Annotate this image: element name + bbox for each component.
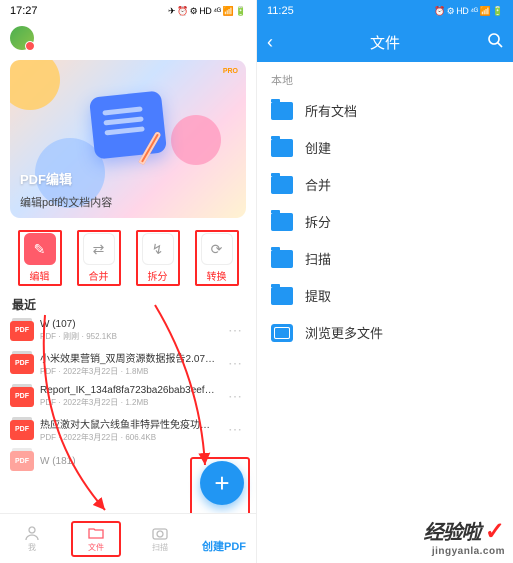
folder-label: 扫描: [305, 249, 331, 268]
section-label: 本地: [257, 62, 513, 92]
file-name: 热应激对大鼠六线鱼非特异性免疫功…: [40, 416, 218, 431]
nav-label: 文件: [88, 542, 104, 553]
header-title: 文件: [291, 32, 479, 53]
nav-files[interactable]: 文件: [71, 521, 121, 557]
pdf-icon: PDF: [10, 321, 34, 341]
search-icon[interactable]: [479, 32, 503, 53]
merge-icon: ⇄: [83, 233, 115, 265]
more-icon[interactable]: ⋯: [224, 355, 246, 372]
files-header: ‹ 文件: [257, 22, 513, 62]
action-edit[interactable]: ✎ 编辑: [18, 230, 62, 286]
action-row: ✎ 编辑 ⇄ 合并 ↯ 拆分 ⟳ 转换: [0, 224, 256, 288]
pro-badge: PRO: [223, 68, 238, 75]
file-row[interactable]: PDF Report_IK_134af8fa723ba26bab3eef… PD…: [4, 381, 252, 412]
pdf-icon: PDF: [10, 354, 34, 374]
hero-subtitle: 编辑pdf的文档内容: [20, 194, 112, 210]
left-phone-screen: 17:27 ✈ ⏰ ⚙ HD ⁴ᴳ 📶 🔋 PRO PDF编辑 编辑pdf的文档…: [0, 0, 257, 563]
watermark: 经验啦 ✓ jingyanla.com: [423, 516, 505, 557]
more-icon[interactable]: ⋯: [224, 322, 246, 339]
folder-create[interactable]: 创建: [257, 129, 513, 166]
folder-split[interactable]: 拆分: [257, 203, 513, 240]
pdf-icon: PDF: [10, 387, 34, 407]
file-name: 小米效果营销_双周资源数据报告2.07-…: [40, 350, 218, 365]
action-label: 转换: [207, 268, 227, 283]
action-label: 编辑: [30, 268, 50, 283]
browse-icon: [271, 324, 293, 342]
status-time: 17:27: [10, 5, 38, 17]
action-label: 拆分: [148, 268, 168, 283]
folder-label: 创建: [305, 138, 331, 157]
action-merge[interactable]: ⇄ 合并: [77, 230, 121, 286]
action-split[interactable]: ↯ 拆分: [136, 230, 180, 286]
folder-label: 浏览更多文件: [305, 323, 383, 342]
hero-title: PDF编辑: [20, 169, 72, 188]
nav-create-pdf[interactable]: 创建PDF: [199, 524, 249, 554]
browse-more-files[interactable]: 浏览更多文件: [257, 314, 513, 351]
folder-label: 合并: [305, 175, 331, 194]
create-fab[interactable]: +: [200, 461, 244, 505]
folder-label: 提取: [305, 286, 331, 305]
action-label: 合并: [89, 268, 109, 283]
file-row[interactable]: PDF W (107) PDF · 刚刚 · 952.1KB ⋯: [4, 315, 252, 346]
user-avatar[interactable]: [10, 26, 34, 50]
file-name: W (107): [40, 319, 218, 330]
file-meta: PDF · 刚刚 · 952.1KB: [40, 331, 218, 342]
more-icon[interactable]: ⋯: [224, 421, 246, 438]
user-icon: [24, 525, 40, 541]
folder-label: 所有文档: [305, 101, 357, 120]
folder-scan[interactable]: 扫描: [257, 240, 513, 277]
recent-title: 最近: [0, 288, 256, 315]
folder-icon: [271, 213, 293, 231]
check-icon: ✓: [485, 518, 505, 545]
recent-file-list: PDF W (107) PDF · 刚刚 · 952.1KB ⋯ PDF 小米效…: [0, 315, 256, 475]
nav-label: 我: [28, 542, 36, 553]
nav-label: 扫描: [152, 542, 168, 553]
more-icon[interactable]: ⋯: [224, 388, 246, 405]
folder-all-docs[interactable]: 所有文档: [257, 92, 513, 129]
folder-merge[interactable]: 合并: [257, 166, 513, 203]
watermark-text: 经验啦: [423, 522, 480, 544]
folder-extract[interactable]: 提取: [257, 277, 513, 314]
folder-icon: [271, 287, 293, 305]
action-convert[interactable]: ⟳ 转换: [195, 230, 239, 286]
nav-label: 创建PDF: [202, 538, 246, 554]
watermark-url: jingyanla.com: [423, 546, 505, 557]
status-bar-left: 17:27 ✈ ⏰ ⚙ HD ⁴ᴳ 📶 🔋: [0, 0, 256, 22]
status-time: 11:25: [267, 5, 294, 17]
file-meta: PDF · 2022年3月22日 · 1.8MB: [40, 366, 218, 377]
file-row[interactable]: PDF 热应激对大鼠六线鱼非特异性免疫功… PDF · 2022年3月22日 ·…: [4, 412, 252, 447]
folder-icon: [271, 176, 293, 194]
file-meta: PDF · 2022年3月22日 · 606.4KB: [40, 432, 218, 443]
split-icon: ↯: [142, 233, 174, 265]
convert-icon: ⟳: [201, 233, 233, 265]
camera-icon: [152, 525, 168, 541]
bottom-nav: 我 文件 扫描 创建PDF: [0, 513, 256, 563]
edit-icon: ✎: [24, 233, 56, 265]
nav-me[interactable]: 我: [7, 525, 57, 553]
file-meta: PDF · 2022年3月22日 · 1.2MB: [40, 397, 218, 408]
document-icon: [89, 90, 167, 159]
avatar-row: [0, 22, 256, 54]
pdf-icon: PDF: [10, 451, 34, 471]
right-phone-screen: 11:25 ⏰ ⚙ HD ⁴ᴳ 📶 🔋 ‹ 文件 本地 所有文档 创建 合: [257, 0, 513, 563]
status-icons: ⏰ ⚙ HD ⁴ᴳ 📶 🔋: [434, 6, 503, 17]
folder-icon: [88, 525, 104, 541]
nav-scan[interactable]: 扫描: [135, 525, 185, 553]
pdf-edit-hero-card[interactable]: PRO PDF编辑 编辑pdf的文档内容: [10, 60, 246, 218]
folder-icon: [271, 102, 293, 120]
file-name: Report_IK_134af8fa723ba26bab3eef…: [40, 385, 218, 396]
folder-label: 拆分: [305, 212, 331, 231]
plus-icon: +: [214, 468, 229, 499]
folder-icon: [271, 139, 293, 157]
status-bar-right: 11:25 ⏰ ⚙ HD ⁴ᴳ 📶 🔋: [257, 0, 513, 22]
file-row[interactable]: PDF 小米效果营销_双周资源数据报告2.07-… PDF · 2022年3月2…: [4, 346, 252, 381]
status-icons: ✈ ⏰ ⚙ HD ⁴ᴳ 📶 🔋: [168, 6, 246, 17]
folder-list: 所有文档 创建 合并 拆分 扫描 提取: [257, 92, 513, 351]
folder-icon: [271, 250, 293, 268]
pdf-icon: PDF: [10, 420, 34, 440]
back-icon[interactable]: ‹: [267, 32, 291, 53]
